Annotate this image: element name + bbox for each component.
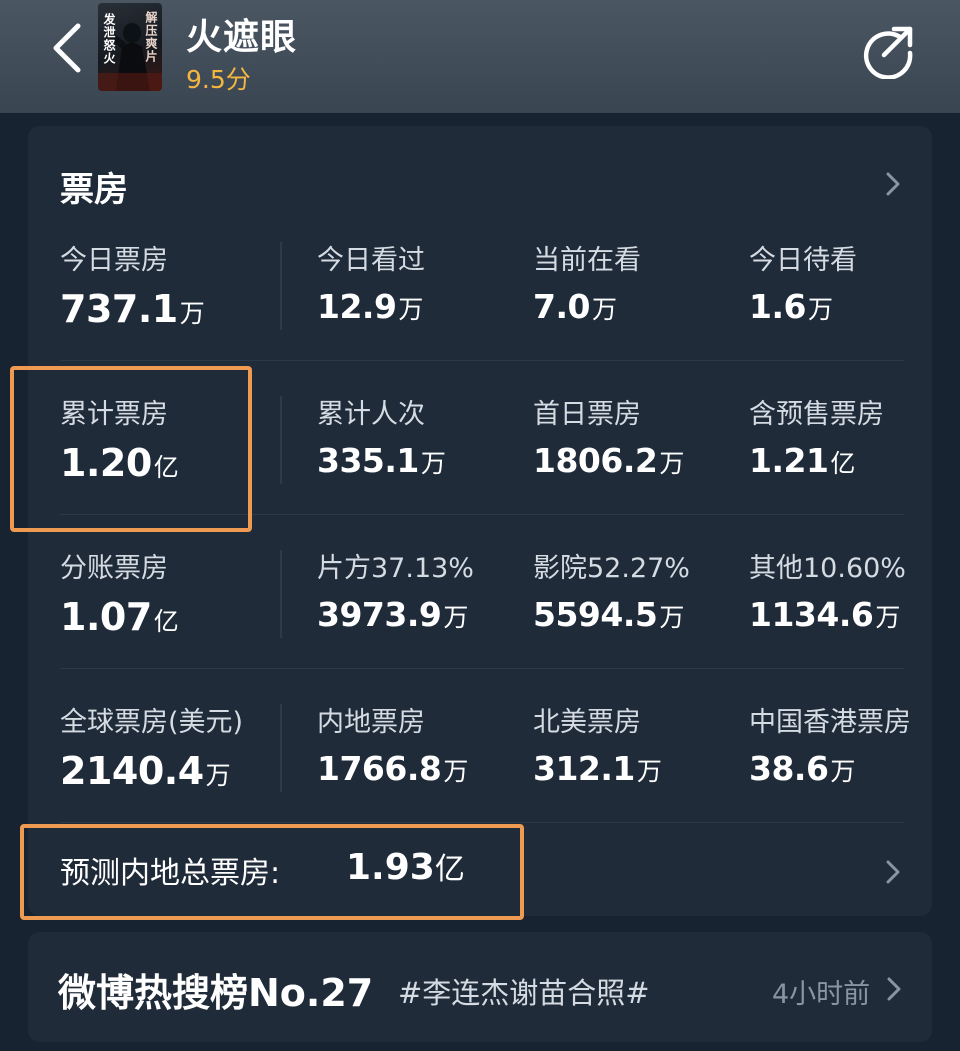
stat-today-watched: 今日看过 12.9万: [317, 238, 533, 326]
stat-north-america-box-office: 北美票房 312.1万: [533, 700, 749, 788]
stat-label: 含预售票房: [749, 399, 884, 430]
column-divider: [280, 396, 282, 484]
stat-value: 1.6万: [749, 287, 833, 326]
box-office-title: 票房: [60, 170, 128, 210]
weibo-rank-title: 微博热搜榜No.27: [58, 971, 374, 1015]
top-bar: 发泄怒火 解压爽片 火遮眼 9.5分: [0, 0, 960, 113]
stat-producer-share: 片方37.13% 3973.9万: [317, 546, 533, 634]
stat-value: 38.6万: [749, 749, 856, 788]
stat-incl-presale: 含预售票房 1.21亿: [749, 392, 960, 480]
stat-first-day-box-office: 首日票房 1806.2万: [533, 392, 749, 480]
stat-label: 其他10.60%: [749, 553, 906, 584]
forecast-label: 预测内地总票房:: [60, 856, 281, 891]
box-office-card: 票房 今日票房 737.1万 今日看过 12.9万 当前在看 7.0万 今日待看…: [28, 126, 932, 916]
stat-mainland-box-office: 内地票房 1766.8万: [317, 700, 533, 788]
stat-cumulative-box-office: 累计票房 1.20亿: [60, 392, 276, 485]
row-divider: [60, 822, 904, 823]
weibo-timestamp: 4小时前: [772, 979, 871, 1010]
share-button[interactable]: [860, 23, 916, 80]
poster-text-right: 解压爽片: [144, 11, 158, 63]
stat-label: 累计票房: [60, 399, 168, 430]
stat-value: 2140.4万: [60, 749, 231, 793]
stat-label: 分账票房: [60, 553, 168, 584]
weibo-more-button[interactable]: [886, 976, 902, 1002]
stat-value: 1.20亿: [60, 441, 179, 485]
stat-global-box-office: 全球票房(美元) 2140.4万: [60, 700, 276, 793]
stat-label: 内地票房: [317, 707, 425, 738]
row-divider: [60, 360, 904, 361]
column-divider: [280, 550, 282, 638]
stat-value: 7.0万: [533, 287, 617, 326]
stat-label: 今日待看: [749, 245, 857, 276]
stat-label: 当前在看: [533, 245, 641, 276]
stat-value: 5594.5万: [533, 595, 685, 634]
stat-label: 今日票房: [60, 245, 168, 276]
chevron-right-icon: [886, 172, 900, 196]
poster-text-left: 发泄怒火: [102, 13, 116, 65]
weibo-hot-search-card[interactable]: 微博热搜榜No.27 #李连杰谢苗合照# 4小时前: [28, 932, 932, 1042]
stat-value: 1766.8万: [317, 749, 469, 788]
stat-split-box-office: 分账票房 1.07亿: [60, 546, 276, 639]
stat-other-share: 其他10.60% 1134.6万: [749, 546, 960, 634]
stat-label: 北美票房: [533, 707, 641, 738]
stat-value: 3973.9万: [317, 595, 469, 634]
chevron-right-icon: [887, 977, 901, 1001]
stat-value: 737.1万: [60, 287, 205, 331]
column-divider: [280, 704, 282, 792]
stat-label: 今日看过: [317, 245, 425, 276]
column-divider: [280, 242, 282, 330]
back-button[interactable]: [46, 20, 90, 76]
stat-label: 累计人次: [317, 399, 425, 430]
forecast-value: 1.93亿: [346, 847, 465, 888]
stat-value: 1.21亿: [749, 441, 856, 480]
row-divider: [60, 668, 904, 669]
stat-label: 影院52.27%: [533, 553, 690, 584]
stat-label: 中国香港票房: [749, 707, 911, 738]
stat-hong-kong-box-office: 中国香港票房 38.6万: [749, 700, 960, 788]
forecast-row[interactable]: 预测内地总票房: 1.93亿: [60, 838, 900, 894]
chevron-right-icon: [886, 860, 900, 884]
share-icon: [863, 26, 913, 80]
stat-today-pending: 今日待看 1.6万: [749, 238, 960, 326]
stat-value: 12.9万: [317, 287, 424, 326]
stat-value: 1134.6万: [749, 595, 901, 634]
weibo-hashtag[interactable]: #李连杰谢苗合照#: [398, 970, 650, 1012]
box-office-more-button[interactable]: [884, 170, 902, 198]
stat-label: 首日票房: [533, 399, 641, 430]
stat-label: 片方37.13%: [317, 553, 474, 584]
movie-title: 火遮眼: [186, 17, 298, 58]
stat-cinema-share: 影院52.27% 5594.5万: [533, 546, 749, 634]
stat-now-watching: 当前在看 7.0万: [533, 238, 749, 326]
chevron-left-icon: [53, 23, 81, 73]
stat-label: 全球票房(美元): [60, 707, 244, 738]
movie-rating: 9.5分: [186, 65, 251, 94]
stat-value: 1806.2万: [533, 441, 685, 480]
stat-value: 312.1万: [533, 749, 662, 788]
stat-value: 1.07亿: [60, 595, 179, 639]
forecast-more-button[interactable]: [884, 858, 902, 886]
movie-poster[interactable]: 发泄怒火 解压爽片: [98, 3, 162, 91]
row-divider: [60, 514, 904, 515]
stat-value: 335.1万: [317, 441, 446, 480]
stat-today-box-office: 今日票房 737.1万: [60, 238, 276, 331]
stat-cumulative-admissions: 累计人次 335.1万: [317, 392, 533, 480]
